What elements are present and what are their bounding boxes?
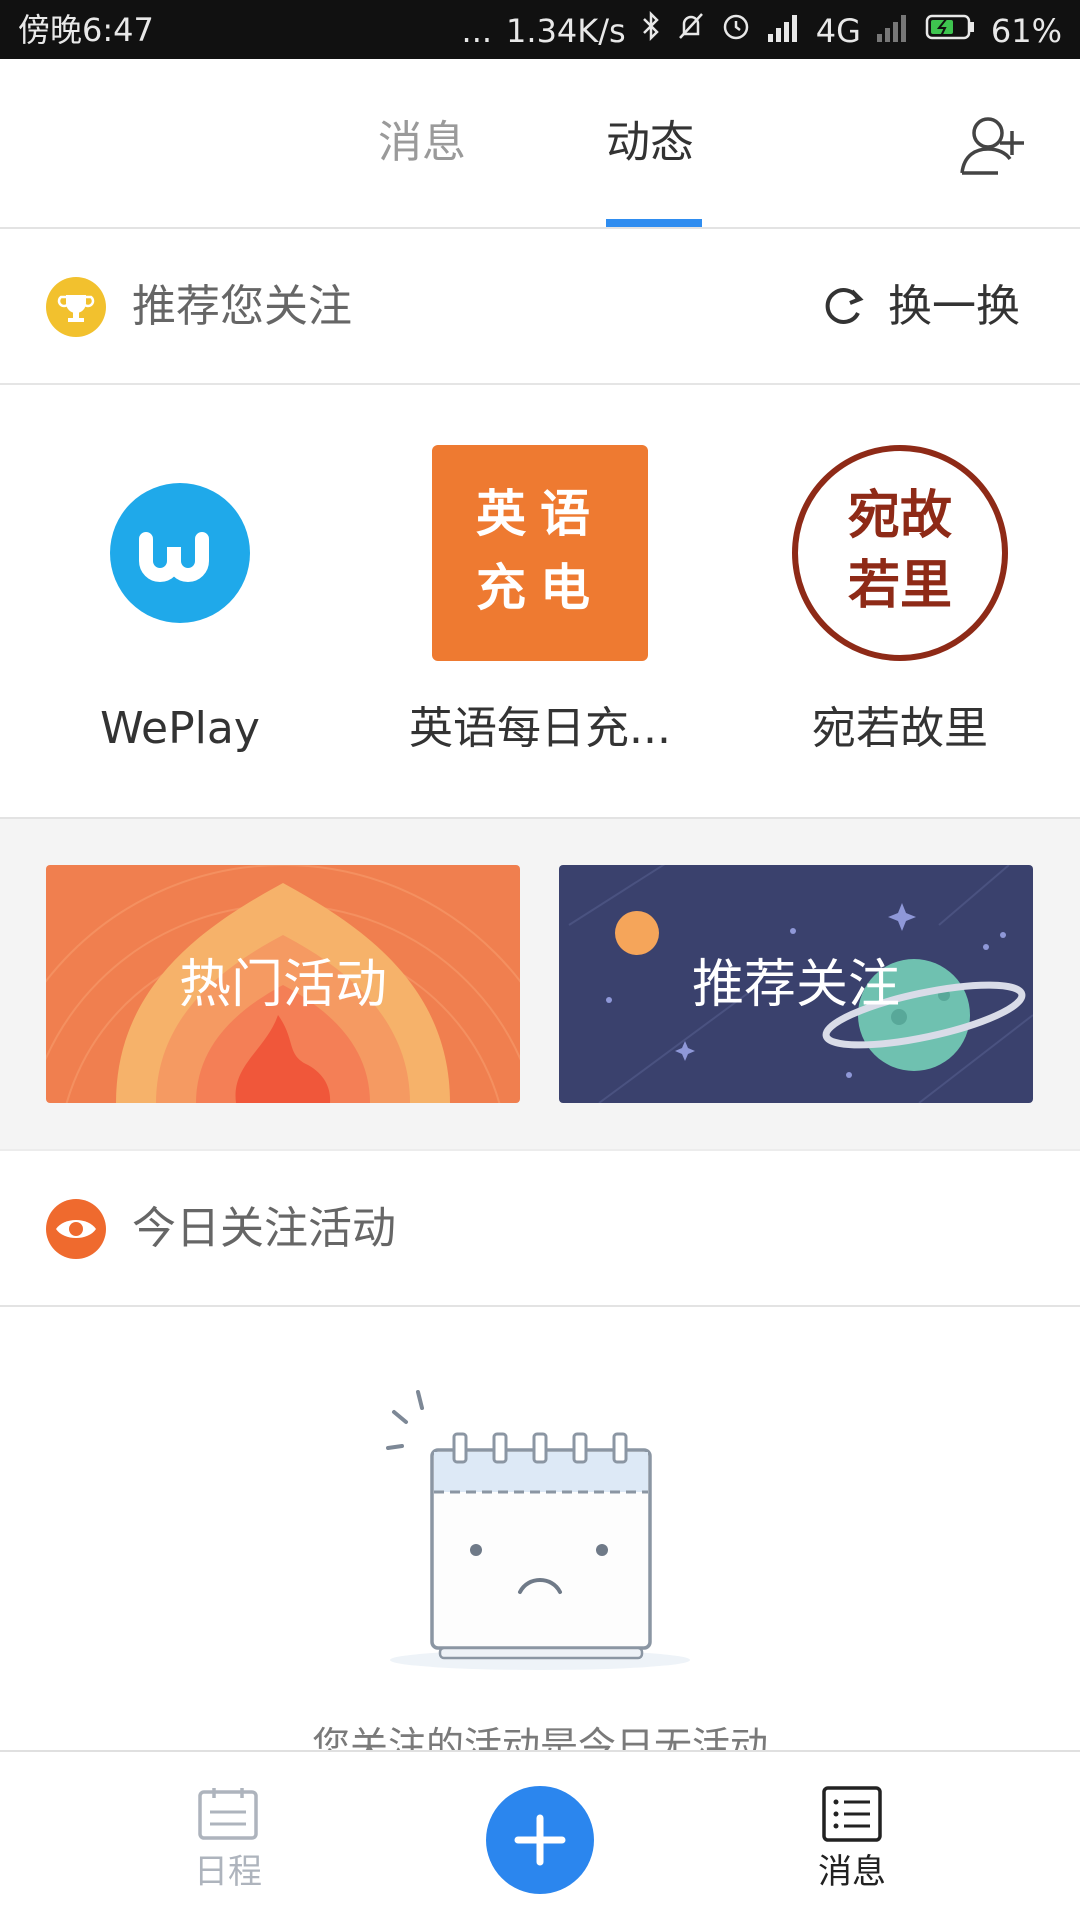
account-name: 英语每日充... bbox=[409, 703, 671, 754]
recommended-accounts: WePlay 英语 充电 英语每日充... 宛故 若里 宛若故里 bbox=[0, 385, 1080, 819]
empty-calendar-illustration bbox=[380, 1390, 700, 1680]
messages-list-icon bbox=[822, 1786, 882, 1842]
plus-icon bbox=[514, 1814, 566, 1866]
refresh-icon[interactable] bbox=[818, 281, 868, 331]
avatar-text-line1: 英语 bbox=[476, 485, 604, 543]
top-tab-bar: 消息 动态 bbox=[0, 59, 1080, 229]
mute-icon bbox=[676, 10, 706, 51]
english-avatar: 英语 充电 bbox=[432, 445, 648, 661]
today-activities-header: 今日关注活动 bbox=[0, 1151, 1080, 1307]
bottom-navigation: 日程 消息 bbox=[0, 1750, 1080, 1922]
nav-messages[interactable]: 消息 bbox=[772, 1786, 932, 1892]
status-bar: 傍晚6:47 ... 1.34K/s 4G 61% bbox=[0, 0, 1080, 59]
avatar-text-line1: 宛故 bbox=[847, 485, 952, 546]
status-time: 傍晚6:47 bbox=[18, 11, 154, 49]
account-name: WePlay bbox=[100, 703, 260, 754]
account-name: 宛若故里 bbox=[812, 703, 988, 754]
today-activities-title: 今日关注活动 bbox=[132, 1203, 396, 1254]
battery-level: 61% bbox=[990, 11, 1062, 50]
tab-dynamics[interactable]: 动态 bbox=[606, 113, 694, 173]
signal-icon bbox=[766, 11, 802, 51]
tab-messages[interactable]: 消息 bbox=[378, 113, 466, 173]
network-speed: 1.34K/s bbox=[506, 11, 626, 50]
account-wanruoguli[interactable]: 宛故 若里 宛若故里 bbox=[720, 445, 1080, 759]
hot-activities-banner[interactable]: 热门活动 bbox=[46, 865, 520, 1103]
active-tab-indicator bbox=[606, 219, 702, 227]
status-indicators: ... 1.34K/s 4G 61% bbox=[462, 10, 1062, 51]
avatar-text-line2: 充电 bbox=[476, 559, 604, 617]
nav-messages-label: 消息 bbox=[818, 1852, 886, 1892]
nav-schedule[interactable]: 日程 bbox=[148, 1786, 308, 1892]
nav-schedule-label: 日程 bbox=[194, 1852, 262, 1892]
alarm-icon bbox=[720, 10, 752, 51]
hot-activities-label: 热门活动 bbox=[178, 955, 387, 1015]
wanruoguli-avatar: 宛故 若里 bbox=[792, 445, 1008, 661]
recommend-follow-banner[interactable]: 推荐关注 bbox=[559, 865, 1033, 1103]
banner-section: 热门活动 推荐关注 bbox=[0, 819, 1080, 1151]
recommend-title: 推荐您关注 bbox=[132, 281, 352, 332]
refresh-button[interactable]: 换一换 bbox=[888, 277, 1020, 337]
weplay-avatar bbox=[110, 483, 250, 623]
recommend-follow-label: 推荐关注 bbox=[691, 955, 900, 1015]
account-english[interactable]: 英语 充电 英语每日充... bbox=[360, 445, 720, 759]
avatar-text-line2: 若里 bbox=[847, 555, 952, 616]
network-type: 4G bbox=[815, 11, 861, 50]
status-dots: ... bbox=[461, 11, 493, 50]
signal-weak-icon bbox=[875, 11, 911, 51]
bluetooth-icon bbox=[640, 10, 662, 51]
battery-icon bbox=[925, 11, 977, 51]
recommend-header: 推荐您关注 换一换 bbox=[0, 229, 1080, 385]
eye-icon bbox=[46, 1199, 106, 1259]
add-activity-button[interactable] bbox=[486, 1786, 594, 1894]
schedule-icon bbox=[198, 1788, 258, 1840]
add-user-icon[interactable] bbox=[958, 111, 1028, 181]
trophy-icon bbox=[46, 277, 106, 337]
account-weplay[interactable]: WePlay bbox=[0, 445, 360, 759]
